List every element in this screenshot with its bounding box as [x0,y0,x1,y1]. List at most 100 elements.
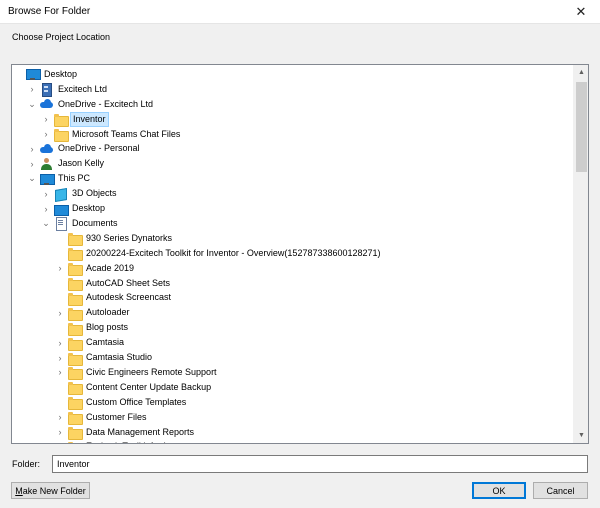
folder-input[interactable] [52,455,588,473]
building-icon [40,83,53,98]
folder-icon [68,366,83,381]
tree-item[interactable]: ⌄ OneDrive - Excitech Ltd [27,97,155,112]
folder-tree[interactable]: Desktop › Excitech Ltd ⌄ OneDrive - Excitech… [11,64,589,444]
tree-item-label: OneDrive - Personal [58,143,140,154]
tree-item[interactable]: › Customer Files [55,410,149,426]
tree-item[interactable]: ⌄ Documents [41,216,120,232]
ok-button[interactable]: OK [472,482,526,499]
tree-item[interactable]: AutoCAD Sheet Sets [55,276,172,292]
tree-item[interactable]: 20200224-Excitech Toolkit for Inventor -… [55,246,383,262]
folder-icon [54,113,69,128]
folder-icon [68,262,83,277]
chevron-right-icon[interactable]: › [55,352,65,364]
scroll-up-arrow-icon[interactable]: ▲ [574,65,588,80]
tree-item-label: Blog posts [86,322,129,333]
folder-icon [68,426,83,441]
chevron-right-icon[interactable]: › [55,366,65,378]
tree-item[interactable]: › Inventor [41,111,109,128]
chevron-right-icon[interactable]: › [41,188,51,200]
tree-item-label: OneDrive - Excitech Ltd [58,98,154,109]
tree-item[interactable]: › Desktop [41,201,107,216]
chevron-right-icon[interactable]: › [41,128,51,140]
tree-item[interactable]: › 3D Objects [41,186,119,201]
make-new-folder-button[interactable]: Make New Folder [11,482,90,499]
chevron-right-icon[interactable]: › [27,143,37,155]
tree-item-label: 3D Objects [72,188,117,199]
close-button[interactable]: ✕ [562,0,600,24]
chevron-right-icon[interactable]: › [55,426,65,438]
tree-item-label: Excitech Toolkit for Inventor [84,440,198,443]
folder-icon [68,441,81,443]
tree-item[interactable]: › Excitech Ltd [27,82,109,98]
cloud-icon [40,143,53,155]
folder-icon [68,322,83,336]
folder-label: Folder: [12,459,41,469]
folder-icon [68,396,83,411]
make-new-folder-accel: M [15,485,23,496]
tree-item[interactable]: Blog posts [55,320,130,336]
folder-icon [68,411,83,426]
tree-item-label: Customer Files [86,411,147,422]
tree-item[interactable]: Excitech Toolkit for Inventor [55,440,198,443]
folder-icon [68,381,83,396]
tree-item[interactable]: › Camtasia [55,335,126,351]
chevron-right-icon[interactable]: › [41,203,51,215]
tree-item-label: Custom Office Templates [86,396,187,407]
folder-icon [68,247,83,262]
tree-item[interactable]: › Civic Engineers Remote Support [55,365,219,381]
cube-icon [54,188,67,200]
scroll-down-arrow-icon[interactable]: ▼ [574,428,588,443]
folder-icon [54,128,69,143]
chevron-right-icon[interactable]: › [27,158,37,170]
tree-item-label: Documents [72,217,118,228]
tree-item[interactable]: 930 Series Dynatorks [55,231,174,247]
chevron-right-icon[interactable]: › [41,113,51,125]
tree-item-label: Microsoft Teams Chat Files [72,128,181,139]
cloud-icon [40,98,53,110]
tree-item[interactable]: › Camtasia Studio [55,350,154,366]
tree-item[interactable]: ⌄ This PC [27,171,92,186]
tree-item-label: Desktop [72,203,106,214]
window-title: Browse For Folder [8,6,91,17]
tree-item[interactable]: › Autoloader [55,305,132,321]
chevron-right-icon[interactable]: › [27,83,37,95]
tree-item[interactable]: Content Center Update Backup [55,380,213,396]
tree-item-label: Inventor [70,111,109,127]
scroll-thumb[interactable] [576,82,587,172]
tree-item[interactable]: › Data Management Reports [55,425,196,441]
tree-item-label: Camtasia Studio [86,352,153,363]
tree-item-label: Jason Kelly [58,158,105,169]
tree-item[interactable]: › OneDrive - Personal [27,142,142,157]
chevron-down-icon[interactable]: ⌄ [27,173,37,185]
tree-item[interactable]: › Acade 2019 [55,261,136,277]
folder-icon [68,277,83,292]
tree-item[interactable]: Autodesk Screencast [55,291,173,306]
tree-item[interactable]: › Jason Kelly [27,156,106,171]
tree-item-label: 930 Series Dynatorks [86,232,173,243]
chevron-right-icon[interactable]: › [55,337,65,349]
vertical-scrollbar[interactable]: ▲ ▼ [573,65,588,443]
monitor-icon [26,68,41,81]
cancel-button[interactable]: Cancel [533,482,588,499]
tree-item[interactable]: › Microsoft Teams Chat Files [41,127,182,143]
chevron-right-icon[interactable]: › [55,262,65,274]
tree-item-label: 20200224-Excitech Toolkit for Inventor -… [86,247,381,258]
chevron-right-icon[interactable]: › [55,411,65,423]
tree-item[interactable]: Custom Office Templates [55,395,188,411]
tree-item-label: Data Management Reports [86,426,195,437]
tree-item-label: Acade 2019 [86,262,135,273]
tree-item-label: Autodesk Screencast [86,292,172,303]
tree-item-label: Desktop [44,68,78,79]
folder-icon [68,337,83,351]
tree-item[interactable]: Desktop [13,67,79,82]
folder-icon [68,232,83,247]
document-icon [54,217,67,232]
person-icon [40,157,53,170]
desktop-icon [54,203,69,216]
chevron-down-icon[interactable]: ⌄ [41,217,51,229]
chevron-down-icon[interactable]: ⌄ [27,98,37,110]
folder-icon [68,307,83,321]
folder-icon [68,352,83,366]
chevron-right-icon[interactable]: › [55,307,65,319]
tree-item-label: Content Center Update Backup [86,381,212,392]
